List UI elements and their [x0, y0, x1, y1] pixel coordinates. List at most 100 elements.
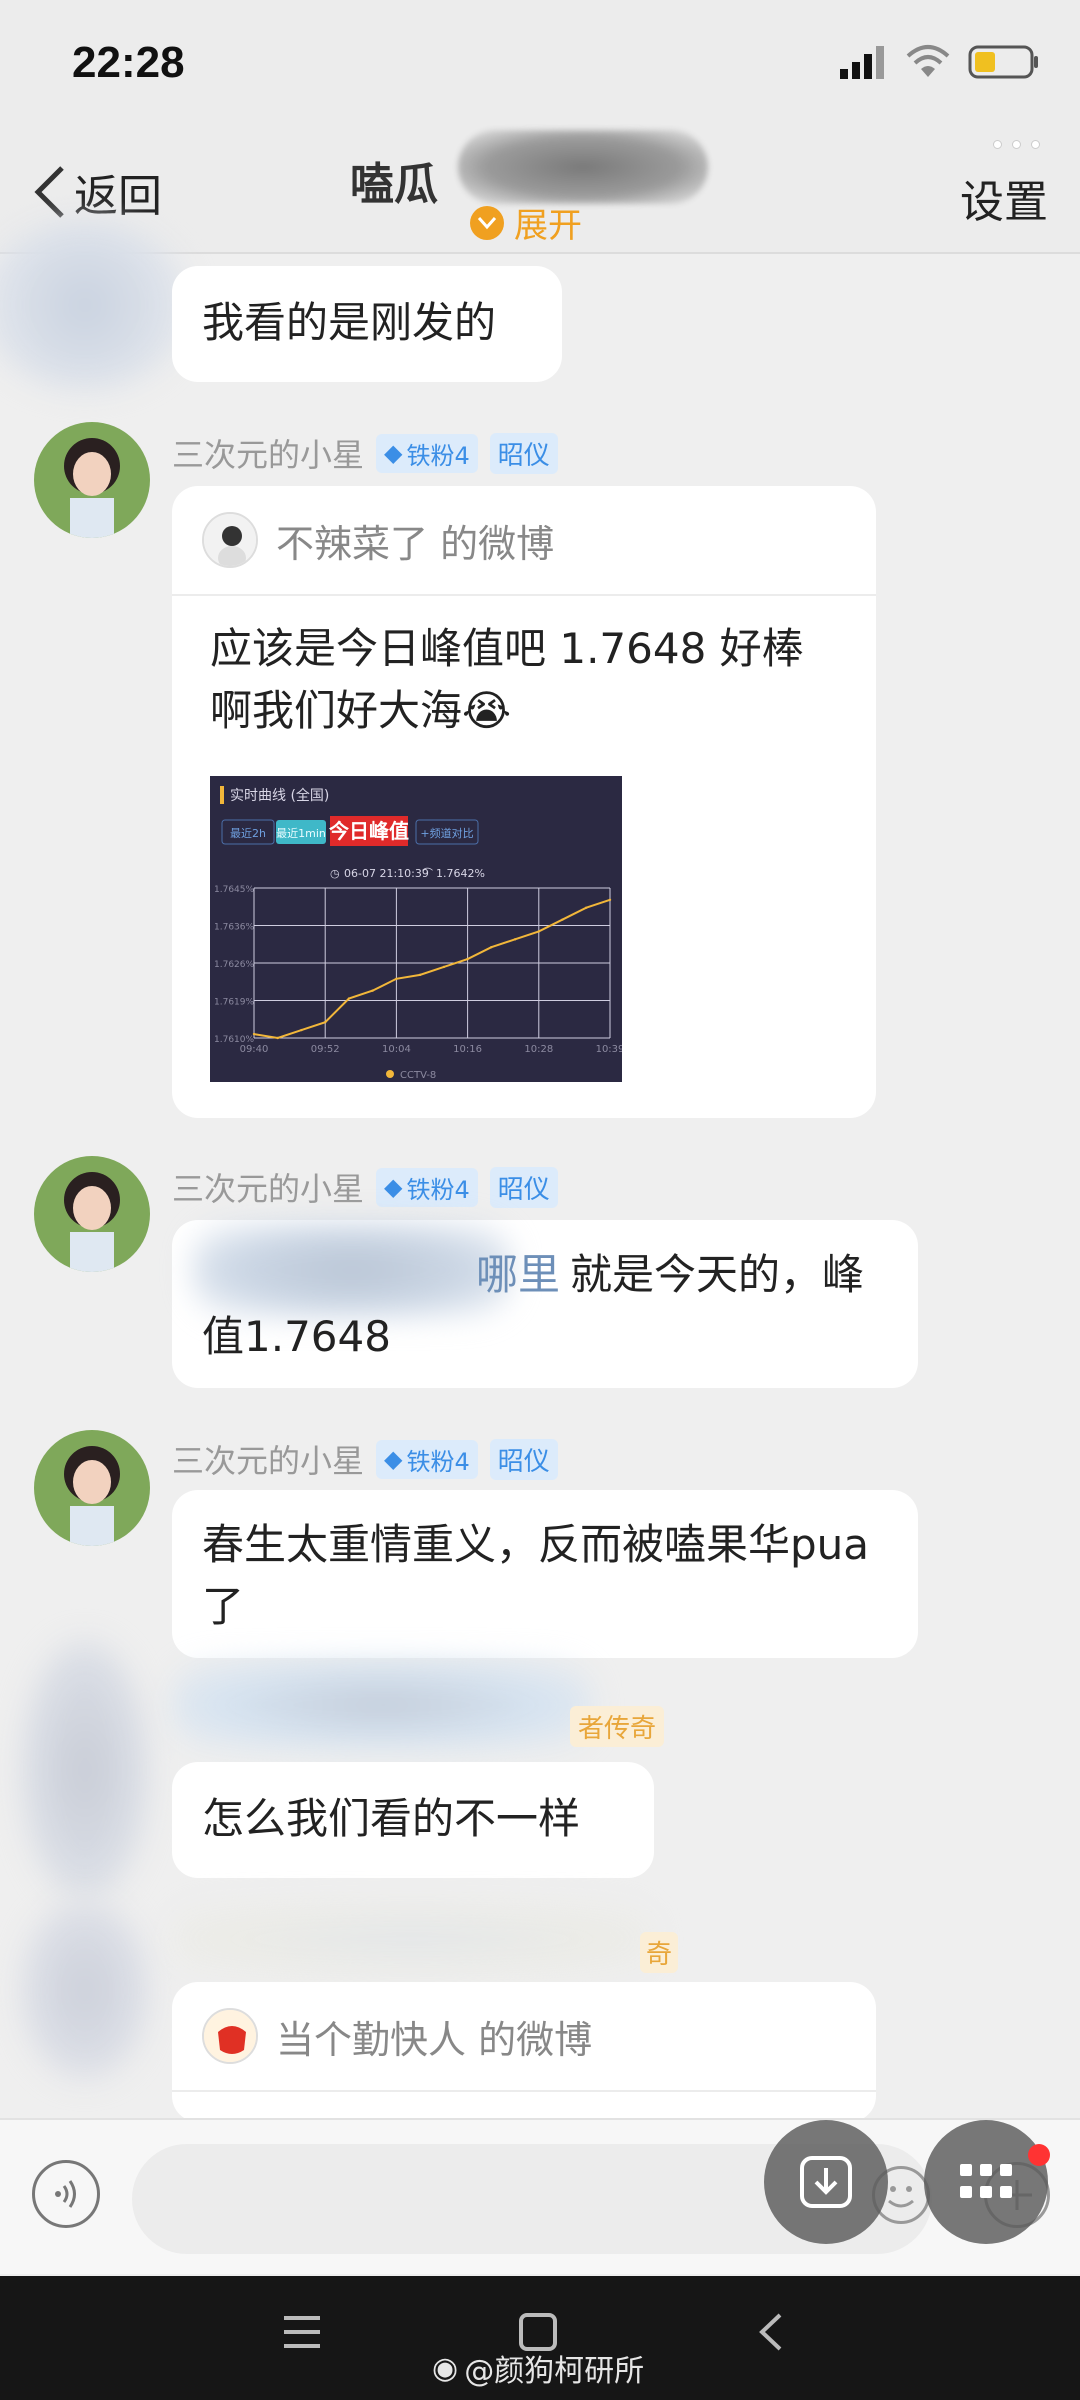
- x-tick-label: 10:28: [524, 1044, 553, 1055]
- series-point: [252, 1032, 256, 1036]
- message-bubble[interactable]: 怎么我们看的不一样: [172, 1762, 654, 1878]
- message-bubble[interactable]: 哪里 就是今天的，峰值1.7648: [172, 1220, 918, 1388]
- y-tick-label: 1.7645%: [214, 885, 254, 895]
- fan-badge: ◆ 铁粉4: [376, 1439, 478, 1479]
- sender-name[interactable]: 三次元的小星: [172, 1436, 364, 1482]
- avatar[interactable]: [34, 422, 150, 538]
- chevron-left-icon: [34, 166, 64, 218]
- fan-badge-label: 铁粉4: [406, 1175, 470, 1204]
- crying-emoji-icon: 😭: [462, 686, 512, 735]
- readout-value: 1.7642%: [436, 867, 485, 880]
- sender-name[interactable]: 三次元的小星: [172, 1164, 364, 1210]
- voice-button[interactable]: [32, 2160, 100, 2228]
- fan-badge: ◆ 铁粉4: [376, 1167, 478, 1207]
- fan-badge: ◆ 铁粉4: [376, 433, 478, 473]
- series-point: [442, 965, 446, 969]
- x-tick-label: 09:52: [311, 1044, 340, 1055]
- back-button[interactable]: 返回: [32, 160, 162, 224]
- redacted-sender: [172, 1904, 652, 1974]
- watermark-label: @颜狗柯研所: [464, 2354, 645, 2389]
- sender-name[interactable]: 三次元的小星: [172, 430, 364, 476]
- signal-icon: [840, 46, 884, 79]
- series-point: [395, 977, 398, 980]
- legend-marker: [386, 1070, 394, 1078]
- sender-info: 三次元的小星 ◆ 铁粉4 昭仪: [172, 430, 558, 476]
- voice-icon: [55, 2180, 76, 2208]
- series-point: [300, 1028, 303, 1032]
- card-header: 不辣菜了 的微博: [172, 486, 876, 596]
- status-time: 22:28: [72, 38, 185, 87]
- x-tick-label: 10:16: [453, 1044, 482, 1055]
- y-tick-label: 1.7626%: [214, 960, 254, 970]
- x-tick-label: 10:04: [382, 1044, 411, 1055]
- fan-badge-label: 铁粉4: [406, 1447, 470, 1476]
- group-title: 嗑瓜: [350, 159, 438, 210]
- sender-info: 三次元的小星 ◆ 铁粉4 昭仪: [172, 1436, 558, 1482]
- partial-badge: 者传奇: [570, 1706, 665, 1747]
- series-point: [490, 946, 493, 949]
- back-nav-icon[interactable]: [756, 2312, 786, 2352]
- grid-icon: [960, 2164, 1012, 2198]
- readout-time: 06-07 21:10:39: [344, 867, 429, 880]
- menu-icon[interactable]: [282, 2312, 322, 2352]
- more-dots-icon[interactable]: [993, 140, 1040, 149]
- sender-info: 三次元的小星 ◆ 铁粉4 昭仪: [172, 1164, 558, 1210]
- series-point: [513, 938, 517, 941]
- card-avatar: [202, 2008, 258, 2064]
- tab-recent-2h-label: 最近2h: [230, 827, 266, 840]
- y-tick-label: 1.7636%: [214, 923, 254, 933]
- weibo-card[interactable]: 当个勤快人 的微博: [172, 1982, 876, 2122]
- watermark: ◉ @颜狗柯研所: [432, 2346, 644, 2390]
- message-text: 我看的是刚发的: [202, 298, 497, 347]
- download-icon: [800, 2156, 852, 2208]
- series-point: [537, 930, 540, 933]
- series-point: [324, 1021, 327, 1024]
- message-bubble[interactable]: 春生太重情重义，反而被嗑果华pua了: [172, 1490, 918, 1658]
- role-badge: 昭仪: [489, 1438, 558, 1480]
- chat-header: 返回 嗑瓜 展开 设置: [0, 130, 1080, 254]
- notification-dot: [1028, 2144, 1050, 2166]
- diamond-icon: ◆: [384, 1445, 403, 1473]
- chevron-down-icon: [470, 205, 504, 240]
- role-badge: 昭仪: [489, 432, 558, 474]
- legend-label: CCTV-8: [400, 1070, 436, 1081]
- download-button[interactable]: [764, 2120, 888, 2244]
- avatar[interactable]: [34, 1430, 150, 1546]
- series-point: [561, 918, 564, 921]
- tab-compare-label: +频道对比: [420, 826, 473, 840]
- card-text: 应该是今日峰值吧 1.7648 好棒啊我们好大海😭: [172, 596, 876, 742]
- card-avatar: [202, 512, 258, 568]
- fan-badge-label: 铁粉4: [406, 441, 470, 470]
- redacted-title: [458, 130, 708, 204]
- system-nav-bar: ◉ @颜狗柯研所: [0, 2276, 1080, 2400]
- apps-button[interactable]: [924, 2120, 1048, 2244]
- message-text: 怎么我们看的不一样: [202, 1794, 581, 1843]
- clock-icon: ◷: [330, 867, 340, 880]
- series-point: [585, 906, 588, 909]
- back-label: 返回: [74, 171, 162, 222]
- partial-badge: 奇: [640, 1932, 679, 1973]
- avatar[interactable]: [20, 1900, 150, 2080]
- settings-button[interactable]: 设置: [960, 166, 1048, 230]
- tab-recent-1min-label: 最近1min: [276, 827, 326, 840]
- diamond-icon: ◆: [384, 439, 403, 467]
- series-point: [371, 989, 374, 992]
- line-chart: 实时曲线 (全国) 最近2h 最近1min 今日峰值 +频道对比 ◷ 06-07…: [210, 776, 622, 1082]
- message-text: 就是今天的，峰值1.7648: [202, 1250, 865, 1361]
- weibo-icon: ◉: [432, 2350, 459, 2386]
- chart-title: 实时曲线 (全国): [230, 787, 329, 804]
- series-point: [418, 973, 422, 977]
- avatar[interactable]: [20, 1640, 150, 1900]
- message-text: 春生太重情重义，反而被嗑果华pua了: [202, 1520, 870, 1631]
- avatar[interactable]: [34, 1156, 150, 1272]
- wifi-icon: [906, 45, 950, 77]
- x-tick-label: 10:39: [596, 1044, 622, 1055]
- peak-banner-label: 今日峰值: [329, 819, 409, 843]
- x-tick-label: 09:40: [240, 1044, 269, 1055]
- role-badge: 昭仪: [489, 1166, 558, 1208]
- chart-image[interactable]: 实时曲线 (全国) 最近2h 最近1min 今日峰值 +频道对比 ◷ 06-07…: [210, 776, 622, 1082]
- input-bar: [0, 2118, 1080, 2274]
- expand-button[interactable]: 展开: [470, 198, 582, 247]
- message-bubble[interactable]: 我看的是刚发的: [172, 266, 562, 382]
- y-tick-label: 1.7619%: [214, 998, 254, 1008]
